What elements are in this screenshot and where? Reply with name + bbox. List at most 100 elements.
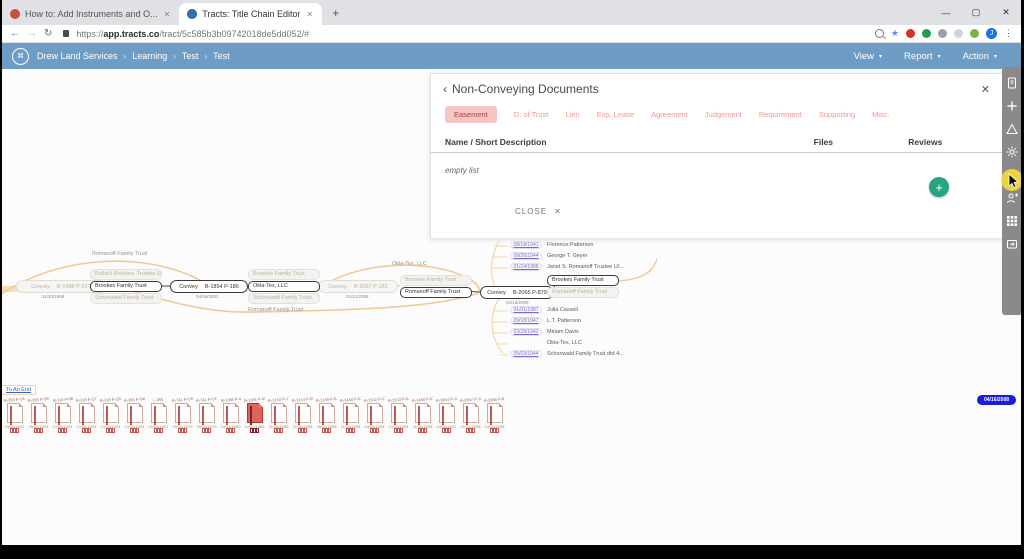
- add-document-button[interactable]: +: [929, 177, 949, 197]
- convey-node[interactable]: Convey B-1854 P-186: [170, 280, 248, 293]
- document-thumbnail[interactable]: B-1185 P-41 12/01/1986: [243, 395, 266, 433]
- document-thumbnail[interactable]: B-1532 P-21 04/05/1994: [364, 396, 385, 433]
- bookmark-star-icon[interactable]: ★: [891, 28, 899, 39]
- add-person-icon[interactable]: [1006, 192, 1018, 204]
- back-icon[interactable]: ←: [10, 28, 20, 39]
- tracts-logo-icon[interactable]: ⌘: [12, 47, 29, 65]
- close-button[interactable]: CLOSE ✕: [515, 207, 562, 216]
- breadcrumb-page[interactable]: Test: [213, 51, 230, 61]
- chrome-menu-icon[interactable]: ⋮: [1004, 28, 1013, 39]
- maximize-button[interactable]: ▢: [961, 7, 991, 18]
- document-thumbnail[interactable]: B-742 P-133 09/15/1979: [196, 396, 217, 433]
- event-name: Okla-Tex, LLC: [547, 339, 582, 346]
- event-date-link[interactable]: 01/24/1986: [510, 262, 542, 271]
- document-type-tab[interactable]: Lien: [565, 110, 579, 119]
- owner-box[interactable]: Brookes Family Trust: [400, 275, 472, 286]
- document-page-icon: [294, 403, 311, 433]
- owner-box[interactable]: Schonwald Family Trust: [90, 293, 162, 304]
- convey-node[interactable]: Convey B-2065 P-879: [480, 286, 554, 299]
- close-window-button[interactable]: ✕: [991, 7, 1021, 18]
- url-field[interactable]: https://app.tracts.co/tract/5c585b3b0974…: [76, 29, 868, 39]
- document-thumbnail[interactable]: B-742 P-136 09/18/1979: [172, 396, 193, 433]
- document-icon[interactable]: [1006, 77, 1018, 89]
- event-row: 09/18/1947 L.T. Patterson: [510, 316, 624, 325]
- tab-close-icon[interactable]: ✕: [305, 9, 314, 20]
- event-date-link[interactable]: 08/18/1941: [510, 240, 542, 249]
- breadcrumb-project[interactable]: Learning: [132, 51, 167, 61]
- action-menu[interactable]: Action ▾: [963, 51, 997, 62]
- document-type-tab[interactable]: D. of Trust: [514, 110, 549, 119]
- event-date-link[interactable]: 01/01/1987: [510, 305, 542, 314]
- breadcrumb-tract[interactable]: Test: [182, 51, 199, 61]
- document-thumbnail[interactable]: B-2067 P-181 01/21/2008: [460, 396, 481, 433]
- document-thumbnail[interactable]: B-269 P-550 05/03/1944: [28, 396, 49, 433]
- document-type-tab[interactable]: Exp. Lease: [597, 110, 635, 119]
- to-an-end-link[interactable]: To An End: [2, 385, 37, 395]
- document-type-tab[interactable]: Misc.: [872, 110, 890, 119]
- new-tab-button[interactable]: +: [322, 6, 349, 20]
- document-type-tab[interactable]: Easement: [445, 106, 497, 123]
- view-menu[interactable]: View ▾: [854, 51, 882, 62]
- document-thumbnail[interactable]: B-1214 P-55 01/06/1996: [292, 396, 313, 433]
- convey-node[interactable]: Convey B-2067 P-181: [318, 280, 398, 293]
- thumbnail-ref: B-1185 P-41: [243, 395, 266, 404]
- document-thumbnail[interactable]: B-218 P-217 12/04/1944: [76, 396, 97, 433]
- document-type-tab[interactable]: Agreement: [651, 110, 688, 119]
- extension-green-icon[interactable]: [922, 29, 931, 38]
- document-thumbnail[interactable]: B-1218 P-17 01/24/1986: [268, 396, 289, 433]
- document-thumbnail[interactable]: B-2065 P-879 04/16/2008: [484, 396, 505, 433]
- event-date-link[interactable]: 03/28/1942: [510, 327, 542, 336]
- search-icon[interactable]: [874, 29, 884, 38]
- tab-close-icon[interactable]: ✕: [163, 9, 172, 20]
- thumbnail-ref: L-265: [153, 396, 164, 403]
- document-thumbnail[interactable]: B-366 P-548 12/15/1944: [124, 396, 145, 433]
- event-date-link[interactable]: 09/18/1947: [510, 316, 542, 325]
- modal-back-chevron-icon[interactable]: ‹: [443, 82, 447, 96]
- settings-icon[interactable]: [1006, 146, 1018, 158]
- owner-box[interactable]: Okla-Tex, LLC: [248, 281, 320, 292]
- owner-box[interactable]: Romanoff Family Trust: [547, 287, 619, 298]
- extension-red-icon[interactable]: [906, 29, 915, 38]
- add-icon[interactable]: [1006, 100, 1018, 112]
- profile-avatar[interactable]: J: [986, 28, 997, 39]
- minimize-button[interactable]: —: [931, 8, 961, 18]
- document-thumbnail[interactable]: B-259 P-102 03/28/1942: [4, 396, 25, 433]
- extension-lightgreen-icon[interactable]: [970, 29, 979, 38]
- document-thumbnail[interactable]: L-265 01/01/1947: [148, 396, 169, 433]
- document-thumbnail[interactable]: B-318 P-228 12/15/1944: [100, 396, 121, 433]
- owner-box[interactable]: Brookes Family Trust: [547, 275, 619, 286]
- document-thumbnail[interactable]: B-1188 P-4 04/14/1980: [220, 396, 241, 433]
- owner-box[interactable]: Romanoff Family Trust: [400, 287, 472, 298]
- report-menu[interactable]: Report ▾: [904, 51, 941, 62]
- extension-lightgray-icon[interactable]: [954, 29, 963, 38]
- ssl-lock-icon[interactable]: [63, 30, 70, 37]
- owner-box[interactable]: Brookes Family Trust: [90, 281, 162, 292]
- document-type-tab[interactable]: Judgement: [705, 110, 742, 119]
- grid-icon[interactable]: [1006, 215, 1018, 227]
- modal-close-icon[interactable]: ✕: [981, 83, 990, 96]
- document-thumbnail[interactable]: B-1448 P-53 11/13/1998: [340, 396, 361, 433]
- document-thumbnail[interactable]: B-1488 P-517 11/30/1998: [412, 396, 433, 433]
- browser-tab-tracts[interactable]: Tracts: Title Chain Editor ✕: [179, 3, 323, 25]
- owner-box[interactable]: Ballard Brookes, Trustee U/t...: [90, 269, 162, 280]
- triangle-icon[interactable]: [1006, 123, 1018, 135]
- tab-title: How to: Add Instruments and O...: [25, 9, 158, 19]
- document-filmstrip: B-259 P-102 03/28/1942 B-269 P-550 05/03…: [4, 395, 505, 433]
- forward-icon[interactable]: →: [27, 28, 37, 39]
- document-thumbnail[interactable]: B-114 P-88 12/05/1944: [52, 396, 73, 433]
- breadcrumb-company[interactable]: Drew Land Services: [37, 51, 118, 61]
- document-thumbnail[interactable]: B-1533 P-54 12/15/1994: [388, 396, 409, 433]
- event-date-link[interactable]: 05/03/1944: [510, 349, 542, 358]
- owner-box[interactable]: Schonwald Family Trust: [248, 293, 320, 304]
- export-icon[interactable]: [1006, 238, 1018, 250]
- extension-gray-icon[interactable]: [938, 29, 947, 38]
- document-type-tab[interactable]: Requirement: [759, 110, 802, 119]
- document-thumbnail[interactable]: B-1249 P-52 05/12/1996: [316, 396, 337, 433]
- document-page-icon: [342, 403, 359, 433]
- event-date-link[interactable]: 09/26/1944: [510, 251, 542, 260]
- reload-icon[interactable]: ↻: [44, 28, 52, 39]
- document-thumbnail[interactable]: B-1854 P-186 04/26/2002: [436, 396, 457, 433]
- document-type-tab[interactable]: Supporting: [819, 110, 855, 119]
- browser-tab-howto[interactable]: How to: Add Instruments and O... ✕: [2, 3, 179, 25]
- owner-box[interactable]: Brookes Family Trust: [248, 269, 320, 280]
